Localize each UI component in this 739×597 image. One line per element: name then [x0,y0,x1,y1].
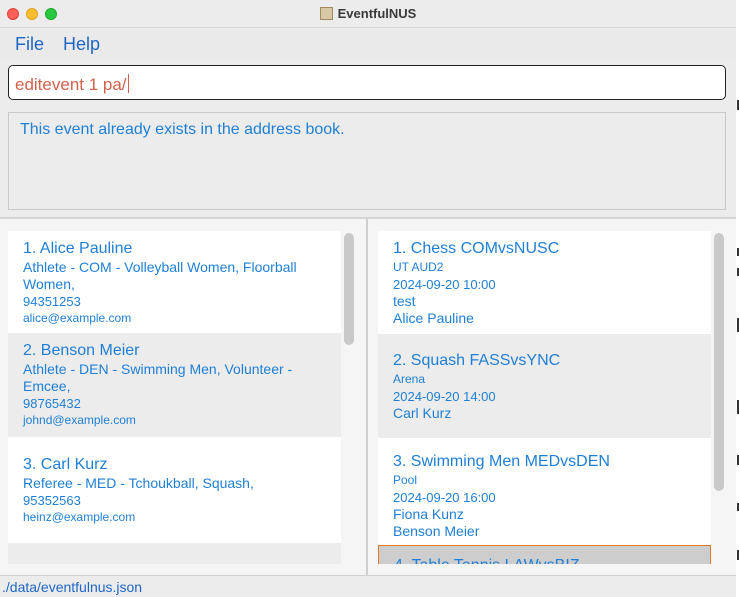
person-email: johnd@example.com [23,413,136,427]
event-name: 2. Squash FASSvsYNC [393,352,561,369]
person-list-scrollbar[interactable] [344,231,354,564]
event-name: 3. Swimming Men MEDvsDEN [393,453,610,470]
command-input-text-wrap: editevent 1 pa/ [15,74,129,95]
person-roles: Referee - MED - Tchoukball, Squash, [23,475,254,491]
event-time: 2024-09-20 14:00 [393,389,496,404]
event-list-scrollbar[interactable] [714,231,724,564]
command-input-value: editevent 1 pa/ [15,75,127,94]
event-participant: Carl Kurz [393,405,452,421]
person-list-scroll-thumb[interactable] [344,233,354,345]
person-card-empty [8,543,341,564]
status-bar: ./data/eventfulnus.json [0,575,736,597]
event-venue: Arena [393,372,426,386]
menu-help[interactable]: Help [63,34,100,55]
title-bar: EventfulNUS [0,0,736,28]
event-list-panel: 1. Chess COMvsNUSC UT AUD2 2024-09-20 10… [368,219,736,575]
event-card[interactable]: 3. Swimming Men MEDvsDEN Pool 2024-09-20… [378,438,711,545]
event-list-scroll-thumb[interactable] [714,233,724,491]
person-roles: Athlete - COM - Volleyball Women, Floorb… [23,259,297,292]
menu-file[interactable]: File [15,34,44,55]
person-email: alice@example.com [23,311,132,325]
person-phone: 95352563 [23,493,81,508]
event-card-selected[interactable]: 4. Table Tennis LAWvsBIZ [378,545,711,564]
event-name: 1. Chess COMvsNUSC [393,240,560,257]
event-participant: test [393,293,416,309]
event-participant: Benson Meier [393,523,480,539]
event-time: 2024-09-20 16:00 [393,490,496,505]
person-card[interactable]: 2. Benson Meier Athlete - DEN - Swimming… [8,333,341,437]
person-roles: Athlete - DEN - Swimming Men, Volunteer … [23,361,293,394]
window-title: EventfulNUS [0,6,736,21]
event-venue: UT AUD2 [393,260,444,274]
person-phone: 98765432 [23,396,81,411]
person-name: 1. Alice Pauline [23,240,133,257]
event-card[interactable]: 1. Chess COMvsNUSC UT AUD2 2024-09-20 10… [378,231,711,334]
app-icon [319,7,333,20]
save-file-path: ./data/eventfulnus.json [2,579,143,595]
event-participant: Alice Pauline [393,310,474,326]
event-list[interactable]: 1. Chess COMvsNUSC UT AUD2 2024-09-20 10… [378,231,711,564]
event-venue: Pool [393,473,418,487]
menu-bar: File Help [0,29,736,59]
result-display[interactable]: This event already exists in the address… [8,112,726,210]
result-message: This event already exists in the address… [20,121,345,138]
person-list-panel: 1. Alice Pauline Athlete - COM - Volleyb… [0,219,366,575]
person-email: heinz@example.com [23,510,136,524]
command-input[interactable]: editevent 1 pa/ [8,65,726,100]
person-list[interactable]: 1. Alice Pauline Athlete - COM - Volleyb… [8,231,341,564]
event-card[interactable]: 2. Squash FASSvsYNC Arena 2024-09-20 14:… [378,334,711,438]
event-name: 4. Table Tennis LAWvsBIZ [394,556,695,564]
app-window: EventfulNUS File Help editevent 1 pa/ Th… [0,0,736,597]
person-name: 3. Carl Kurz [23,456,108,473]
text-caret [127,74,129,93]
person-name: 2. Benson Meier [23,342,140,359]
person-card[interactable]: 1. Alice Pauline Athlete - COM - Volleyb… [8,231,341,333]
event-time: 2024-09-20 10:00 [393,277,496,292]
person-card[interactable]: 3. Carl Kurz Referee - MED - Tchoukball,… [8,437,341,543]
person-phone: 94351253 [23,294,81,309]
window-title-text: EventfulNUS [337,6,417,21]
event-participant: Fiona Kunz [393,506,464,522]
